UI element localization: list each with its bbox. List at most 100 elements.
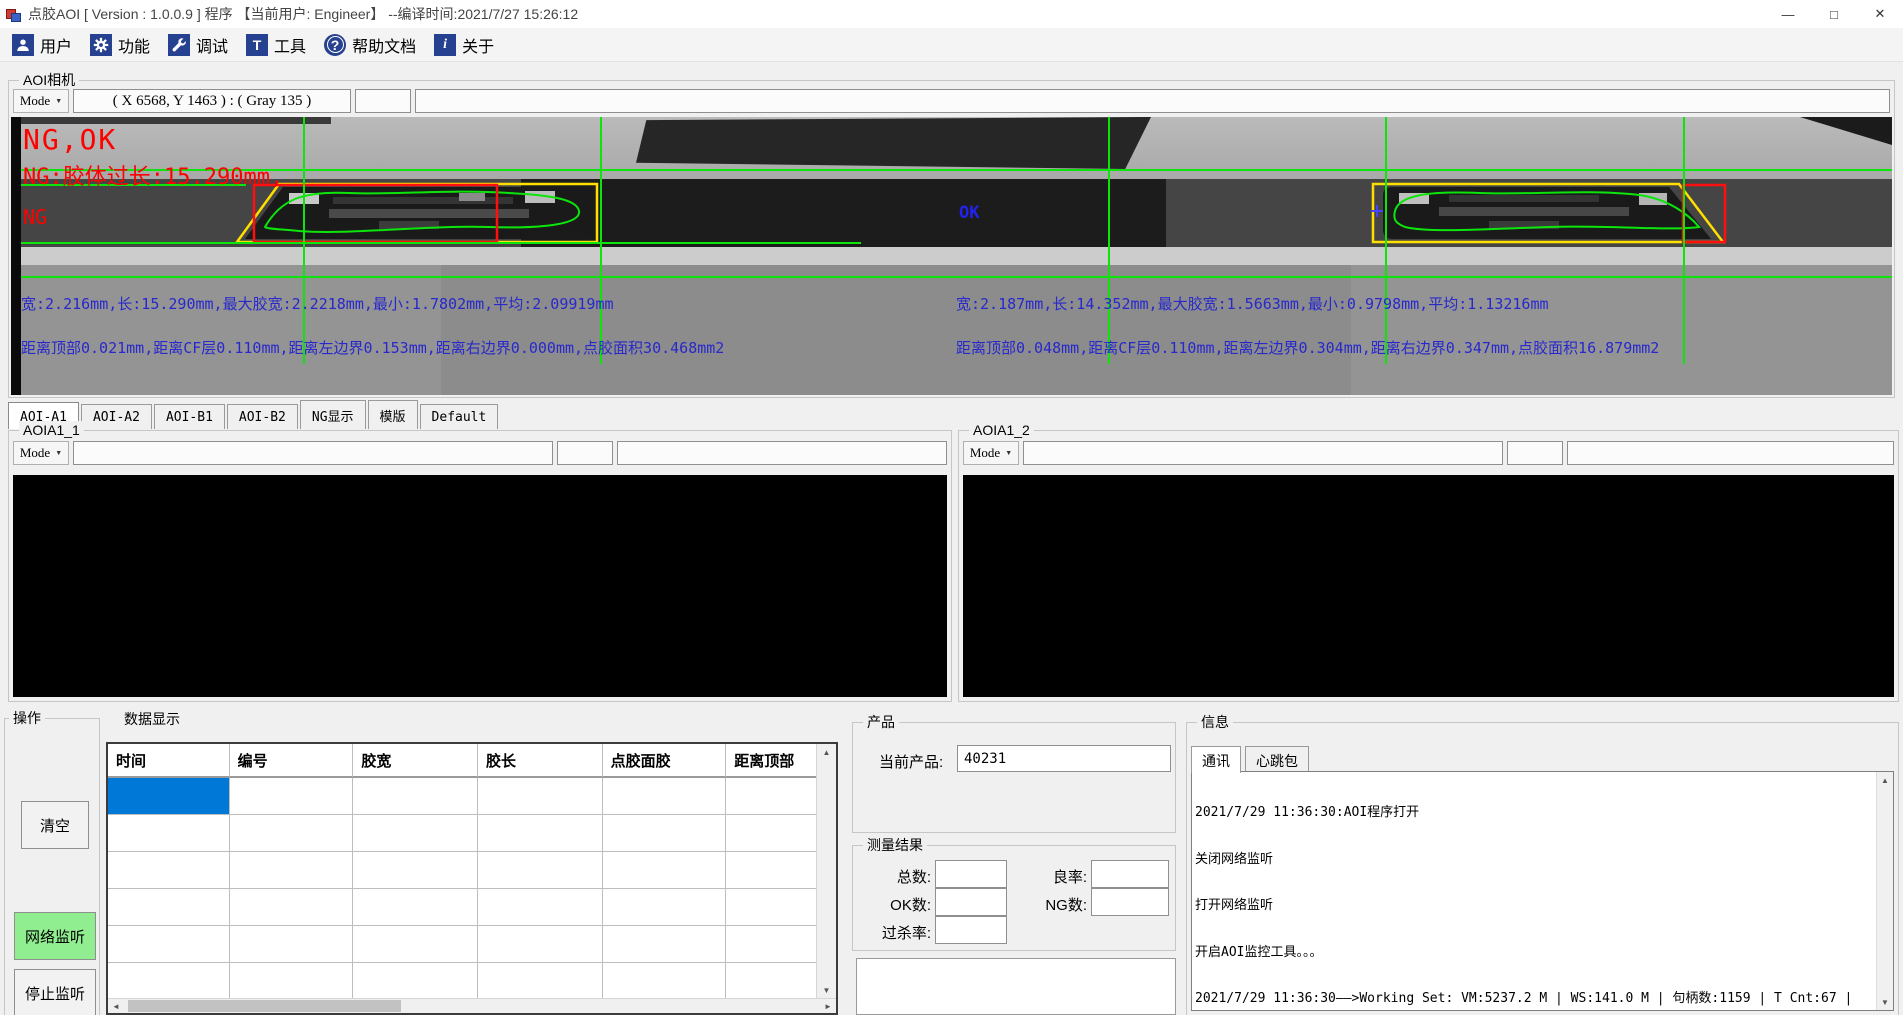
- table-cell[interactable]: [353, 778, 478, 815]
- yield-field[interactable]: [1091, 860, 1169, 888]
- table-cell-selected[interactable]: [108, 778, 230, 815]
- tab-default[interactable]: Default: [420, 404, 499, 429]
- table-cell[interactable]: [353, 963, 478, 998]
- scroll-down-icon[interactable]: ▼: [1877, 996, 1893, 1008]
- table-cell[interactable]: [478, 778, 603, 815]
- tab-aoi-b2[interactable]: AOI-B2: [227, 404, 298, 429]
- tab-ng-display[interactable]: NG显示: [300, 400, 366, 429]
- menu-item-function[interactable]: 功能: [84, 30, 162, 60]
- menu-item-debug[interactable]: 调试: [162, 30, 240, 60]
- table-cell[interactable]: [108, 889, 230, 926]
- column-header-top-distance[interactable]: 距离顶部: [726, 744, 816, 778]
- table-cell[interactable]: [108, 926, 230, 963]
- ng-count-field[interactable]: [1091, 888, 1169, 916]
- aoia1-1-field-small[interactable]: [557, 441, 613, 465]
- table-cell[interactable]: [726, 926, 816, 963]
- column-header-id[interactable]: 编号: [230, 744, 354, 778]
- tab-template[interactable]: 模版: [368, 400, 418, 429]
- tab-heartbeat[interactable]: 心跳包: [1245, 746, 1309, 772]
- measurement-group-label: 测量结果: [863, 836, 927, 854]
- table-cell[interactable]: [726, 889, 816, 926]
- aoia1-2-image-view[interactable]: [963, 475, 1894, 697]
- table-cell[interactable]: [353, 815, 478, 852]
- hscroll-thumb[interactable]: [128, 1000, 401, 1012]
- aoia1-2-mode-row: Mode▼: [963, 441, 1894, 465]
- table-cell[interactable]: [603, 963, 727, 998]
- menu-item-about[interactable]: i 关于: [428, 30, 506, 60]
- tab-comm[interactable]: 通讯: [1191, 746, 1241, 773]
- camera-pixel-readout[interactable]: ( X 6568, Y 1463 ) : ( Gray 135 ): [73, 89, 351, 113]
- ok-count-field[interactable]: [935, 888, 1007, 916]
- table-cell[interactable]: [353, 889, 478, 926]
- table-cell[interactable]: [230, 963, 354, 998]
- table-cell[interactable]: [478, 963, 603, 998]
- column-header-glue-area[interactable]: 点胶面胶: [603, 744, 727, 778]
- column-header-glue-width[interactable]: 胶宽: [353, 744, 478, 778]
- table-cell[interactable]: [603, 889, 727, 926]
- menu-item-tools[interactable]: T 工具: [240, 30, 318, 60]
- scroll-up-icon[interactable]: ▲: [817, 746, 836, 758]
- aoia1-2-field-wide[interactable]: [1567, 441, 1894, 465]
- table-horizontal-scrollbar[interactable]: ◄ ►: [108, 998, 836, 1013]
- maximize-button[interactable]: □: [1811, 0, 1857, 28]
- table-cell[interactable]: [230, 778, 354, 815]
- table-cell[interactable]: [353, 852, 478, 889]
- table-cell[interactable]: [726, 852, 816, 889]
- menu-item-user[interactable]: 用户: [6, 30, 84, 60]
- table-row: [108, 815, 816, 852]
- camera-field-wide[interactable]: [415, 89, 1890, 113]
- aoia1-1-mode-dropdown[interactable]: Mode▼: [13, 441, 69, 465]
- aoia1-2-mode-dropdown[interactable]: Mode▼: [963, 441, 1019, 465]
- network-listen-button[interactable]: 网络监听: [14, 912, 96, 960]
- camera-mode-dropdown[interactable]: Mode▼: [13, 89, 69, 113]
- stop-listen-button[interactable]: 停止监听: [14, 969, 96, 1015]
- table-cell[interactable]: [603, 778, 727, 815]
- menu-item-help[interactable]: ? 帮助文档: [318, 30, 428, 60]
- table-cell[interactable]: [478, 926, 603, 963]
- column-header-time[interactable]: 时间: [108, 744, 230, 778]
- table-cell[interactable]: [726, 778, 816, 815]
- table-cell[interactable]: [726, 815, 816, 852]
- table-cell[interactable]: [603, 852, 727, 889]
- close-button[interactable]: ✕: [1857, 0, 1903, 28]
- scroll-left-icon[interactable]: ◄: [110, 999, 122, 1013]
- camera-live-view[interactable]: NG,OK NG:胶体过长:15.290mm, NG OK 宽:2.216mm,…: [11, 117, 1892, 395]
- table-vertical-scrollbar[interactable]: ▲ ▼: [816, 744, 836, 998]
- scroll-up-icon[interactable]: ▲: [1877, 774, 1893, 786]
- tab-aoi-b1[interactable]: AOI-B1: [154, 404, 225, 429]
- table-cell[interactable]: [478, 852, 603, 889]
- aoia1-2-field-long[interactable]: [1023, 441, 1503, 465]
- table-cell[interactable]: [478, 815, 603, 852]
- aoia1-1-image-view[interactable]: [13, 475, 947, 697]
- scroll-right-icon[interactable]: ►: [822, 999, 834, 1013]
- comm-log-box[interactable]: 2021/7/29 11:36:30:AOI程序打开 关闭网络监听 打开网络监听…: [1191, 771, 1894, 1011]
- camera-field-small[interactable]: [355, 89, 411, 113]
- table-cell[interactable]: [603, 926, 727, 963]
- table-cell[interactable]: [108, 815, 230, 852]
- table-cell[interactable]: [230, 815, 354, 852]
- table-cell[interactable]: [726, 963, 816, 998]
- table-cell[interactable]: [108, 852, 230, 889]
- aoia1-1-field-wide[interactable]: [617, 441, 947, 465]
- table-cell[interactable]: [230, 889, 354, 926]
- current-product-field[interactable]: 40231: [957, 745, 1171, 772]
- aoia1-2-field-small[interactable]: [1507, 441, 1563, 465]
- table-cell[interactable]: [230, 852, 354, 889]
- table-cell[interactable]: [230, 926, 354, 963]
- scroll-down-icon[interactable]: ▼: [817, 984, 836, 996]
- minimize-button[interactable]: —: [1765, 0, 1811, 28]
- column-header-glue-length[interactable]: 胶长: [478, 744, 603, 778]
- table-cell[interactable]: [353, 926, 478, 963]
- table-cell[interactable]: [478, 889, 603, 926]
- aoia1-1-field-long[interactable]: [73, 441, 553, 465]
- overkill-rate-field[interactable]: [935, 916, 1007, 944]
- clear-button[interactable]: 清空: [21, 801, 89, 849]
- photo-light-strip: [21, 247, 1892, 265]
- table-cell[interactable]: [603, 815, 727, 852]
- tab-aoi-a2[interactable]: AOI-A2: [81, 404, 152, 429]
- log-vertical-scrollbar[interactable]: ▲ ▼: [1876, 772, 1893, 1010]
- result-message-box[interactable]: [856, 958, 1176, 1015]
- table-cell[interactable]: [108, 963, 230, 998]
- total-count-field[interactable]: [935, 860, 1007, 888]
- table-header-row: 时间 编号 胶宽 胶长 点胶面胶 距离顶部: [108, 744, 816, 778]
